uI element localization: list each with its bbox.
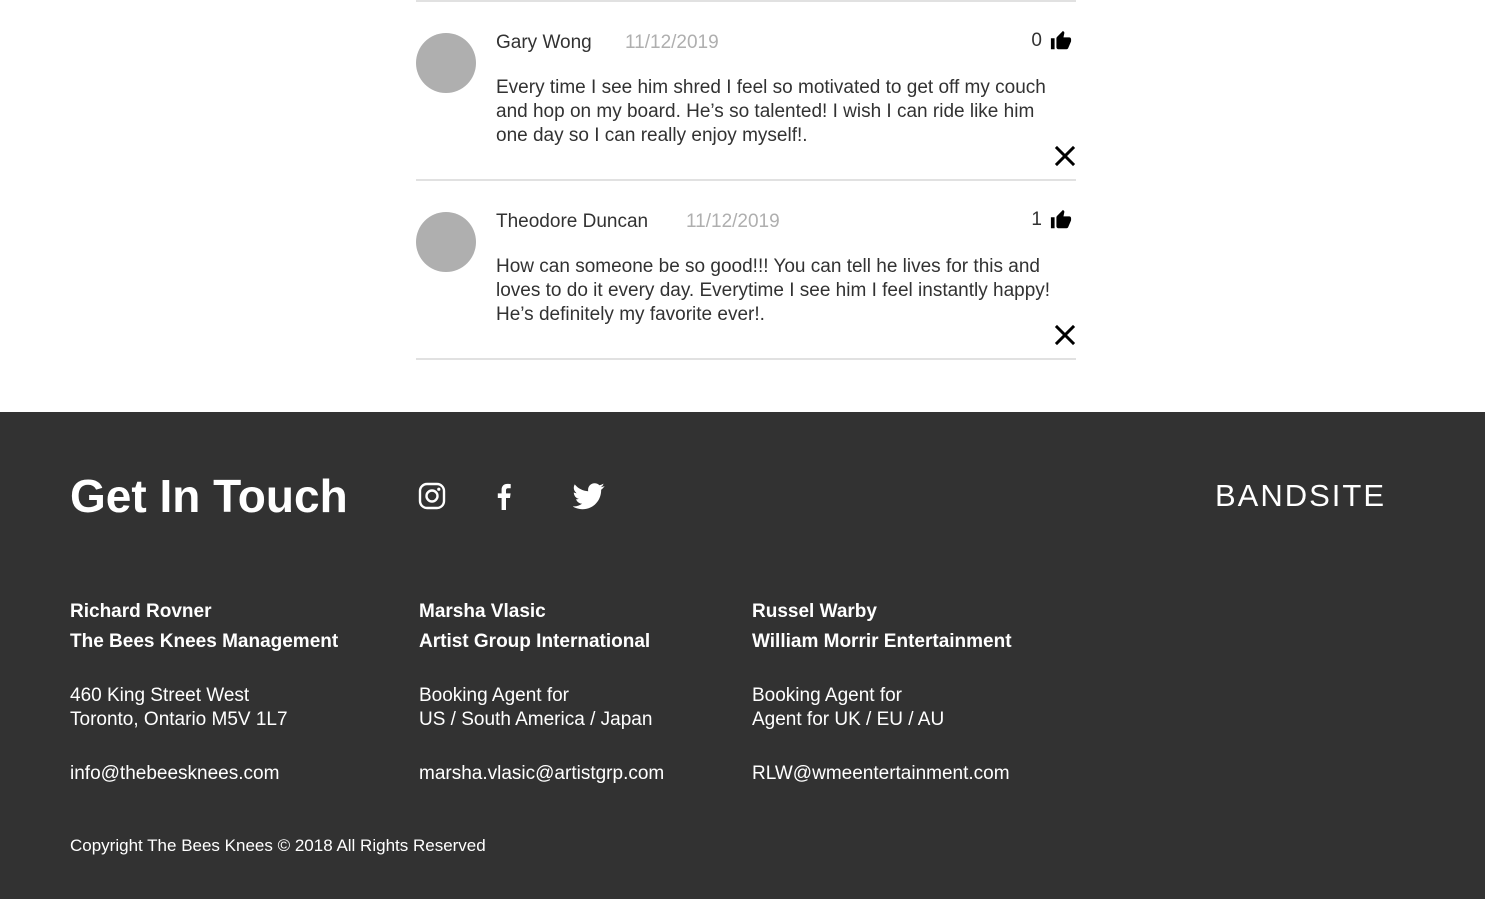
thumbs-up-icon[interactable] [1050,30,1072,52]
like-control[interactable]: 1 [1031,209,1072,231]
contact-company: The Bees Knees Management [70,631,339,652]
close-icon [1054,324,1076,346]
brand-logo[interactable]: BANDSITE [1215,478,1386,514]
comment-author: Theodore Duncan [496,211,649,232]
comment-text: Every time I see him shred I feel so mot… [496,77,1046,146]
comment-item: Theodore Duncan 11/12/2019 1 How can som… [416,181,1076,358]
contact-column: Marsha Vlasic Artist Group International… [419,597,664,786]
contact-column: Richard Rovner The Bees Knees Management… [70,597,338,786]
comment-divider [416,358,1076,360]
comment-item: Gary Wong 11/12/2019 0 Every time I see … [416,2,1076,179]
instagram-icon[interactable] [416,480,448,512]
contact-column: Russel Warby William Morrir Entertainmen… [752,597,1012,786]
like-count: 0 [1031,30,1042,51]
contact-company: William Morrir Entertainment [752,631,1012,652]
close-icon [1054,145,1076,167]
like-control[interactable]: 0 [1031,30,1072,52]
avatar [416,33,476,93]
contact-line: Agent for UK / EU / AU [752,709,945,730]
avatar [416,212,476,272]
delete-comment-button[interactable] [1054,324,1076,346]
like-count: 1 [1031,209,1042,230]
contact-line: US / South America / Japan [419,709,653,730]
contact-name: Marsha Vlasic [419,601,546,622]
copyright-text: Copyright The Bees Knees © 2018 All Righ… [70,836,486,855]
contact-line: Booking Agent for [752,685,902,706]
comments-list: Gary Wong 11/12/2019 0 Every time I see … [416,0,1076,360]
facebook-icon[interactable] [488,480,520,512]
comment-text: How can someone be so good!!! You can te… [496,256,1051,325]
contact-line: Booking Agent for [419,685,569,706]
contact-line: 460 King Street West [70,685,250,706]
thumbs-up-icon[interactable] [1050,209,1072,231]
comment-date: 11/12/2019 [686,211,780,232]
comment-author: Gary Wong [496,32,592,53]
contact-name: Russel Warby [752,601,877,622]
comment-date: 11/12/2019 [625,32,719,53]
contact-line: Toronto, Ontario M5V 1L7 [70,709,288,730]
contact-name: Richard Rovner [70,601,212,622]
footer: Get In Touch BANDSITE Richard Rovner The… [0,412,1485,899]
contact-email-link[interactable]: info@thebeesknees.com [70,763,279,784]
contact-company: Artist Group International [419,631,651,652]
contact-email-link[interactable]: RLW@wmeentertainment.com [752,763,1010,784]
contact-email-link[interactable]: marsha.vlasic@artistgrp.com [419,763,664,784]
delete-comment-button[interactable] [1054,145,1076,167]
twitter-icon[interactable] [573,480,605,512]
footer-title: Get In Touch [70,470,348,522]
